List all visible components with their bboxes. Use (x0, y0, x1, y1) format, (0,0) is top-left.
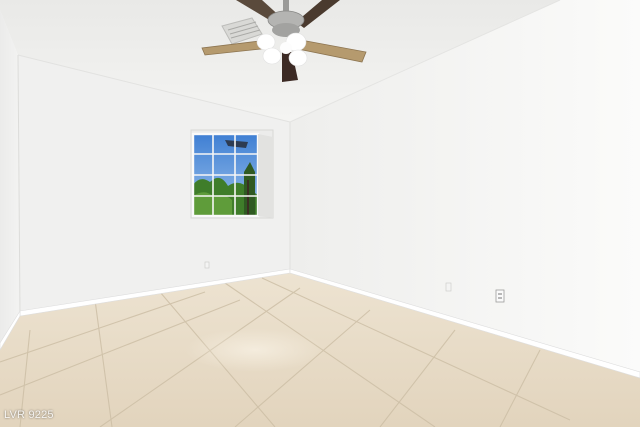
watermark: LVR 9225 (4, 409, 54, 421)
room-photo: LVR 9225 (0, 0, 640, 427)
electrical-outlet-right (445, 282, 452, 292)
room-illustration (0, 0, 640, 427)
electrical-outlet (495, 289, 505, 303)
electrical-outlet-back (204, 261, 210, 269)
window (190, 129, 274, 219)
left-wall (0, 10, 20, 350)
